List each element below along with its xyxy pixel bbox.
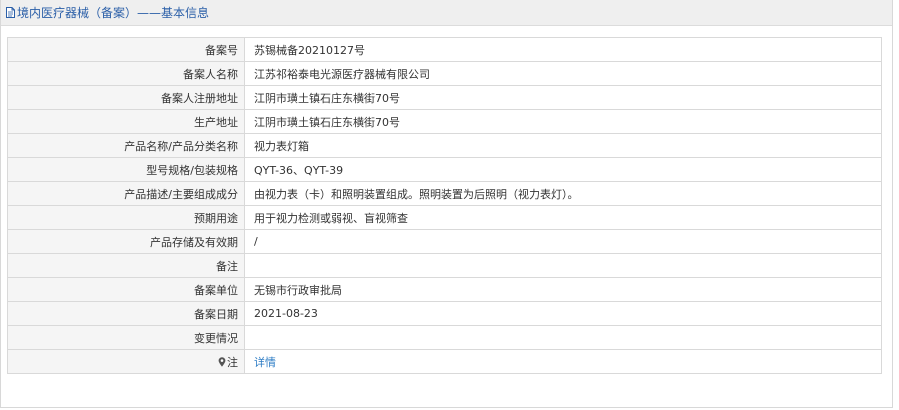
field-label: 变更情况 (7, 325, 245, 350)
field-value (244, 325, 882, 350)
page-title: 境内医疗器械（备案）——基本信息 (17, 6, 210, 20)
table-row: 生产地址 江阴市璜土镇石庄东横街70号 (7, 109, 882, 134)
field-label: 产品描述/主要组成成分 (7, 181, 245, 206)
table-row: 产品存储及有效期 / (7, 229, 882, 254)
field-label: 备注 (7, 253, 245, 278)
field-value: QYT-36、QYT-39 (244, 157, 882, 182)
field-label: 产品名称/产品分类名称 (7, 133, 245, 158)
field-label: 型号规格/包装规格 (7, 157, 245, 182)
details-link[interactable]: 详情 (254, 356, 276, 369)
field-label: 备案人注册地址 (7, 85, 245, 110)
field-label: 备案日期 (7, 301, 245, 326)
pin-icon (218, 356, 226, 367)
note-label: 注 (227, 355, 238, 369)
page: 境内医疗器械（备案）——基本信息 备案号 苏锡械备20210127号 备案人名称… (0, 0, 893, 408)
field-label: 预期用途 (7, 205, 245, 230)
title-bar: 境内医疗器械（备案）——基本信息 (1, 0, 892, 26)
table-row: 备案人名称 江苏祁裕泰电光源医疗器械有限公司 (7, 61, 882, 86)
field-value: 2021-08-23 (244, 301, 882, 326)
table-row: 备案日期 2021-08-23 (7, 301, 882, 326)
field-value: / (244, 229, 882, 254)
field-value: 视力表灯箱 (244, 133, 882, 158)
field-value: 无锡市行政审批局 (244, 277, 882, 302)
table-row: 备案单位 无锡市行政审批局 (7, 277, 882, 302)
field-value: 江阴市璜土镇石庄东横街70号 (244, 109, 882, 134)
field-label: 备案单位 (7, 277, 245, 302)
info-table: 备案号 苏锡械备20210127号 备案人名称 江苏祁裕泰电光源医疗器械有限公司… (7, 37, 882, 374)
table-row: 备注 (7, 253, 882, 278)
table-row: 预期用途 用于视力检测或弱视、盲视筛查 (7, 205, 882, 230)
table-row: 备案人注册地址 江阴市璜土镇石庄东横街70号 (7, 85, 882, 110)
document-icon (6, 7, 15, 18)
field-value (244, 253, 882, 278)
field-label: 生产地址 (7, 109, 245, 134)
field-value: 江苏祁裕泰电光源医疗器械有限公司 (244, 61, 882, 86)
table-row: 注 详情 (7, 349, 882, 374)
field-value: 由视力表（卡）和照明装置组成。照明装置为后照明（视力表灯）。 (244, 181, 882, 206)
field-label-note: 注 (7, 349, 245, 374)
table-row: 产品描述/主要组成成分 由视力表（卡）和照明装置组成。照明装置为后照明（视力表灯… (7, 181, 882, 206)
table-row: 变更情况 (7, 325, 882, 350)
table-row: 型号规格/包装规格 QYT-36、QYT-39 (7, 157, 882, 182)
table-row: 备案号 苏锡械备20210127号 (7, 37, 882, 62)
field-value: 江阴市璜土镇石庄东横街70号 (244, 85, 882, 110)
field-value: 用于视力检测或弱视、盲视筛查 (244, 205, 882, 230)
table-row: 产品名称/产品分类名称 视力表灯箱 (7, 133, 882, 158)
field-value: 苏锡械备20210127号 (244, 37, 882, 62)
field-label: 备案人名称 (7, 61, 245, 86)
field-label: 备案号 (7, 37, 245, 62)
field-label: 产品存储及有效期 (7, 229, 245, 254)
field-value: 详情 (244, 349, 882, 374)
